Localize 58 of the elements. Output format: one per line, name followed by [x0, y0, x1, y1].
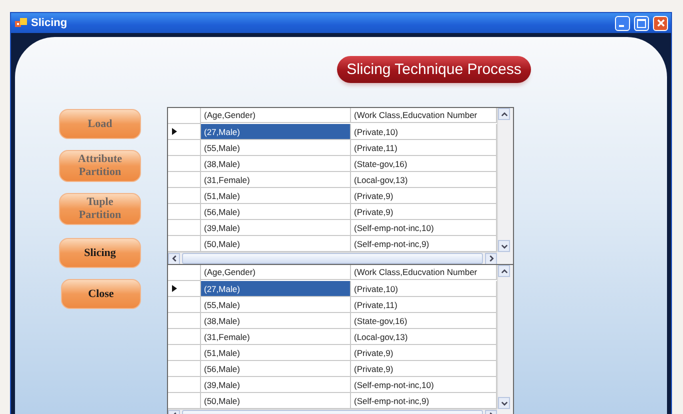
table-cell[interactable]: (State-gov,16): [351, 313, 497, 329]
minimize-button[interactable]: [615, 16, 630, 30]
table-cell[interactable]: (56,Male): [201, 204, 351, 220]
close-button[interactable]: [653, 16, 668, 30]
table-cell[interactable]: (50,Male): [201, 393, 351, 409]
action-button[interactable]: Slicing: [59, 238, 141, 268]
table-cell[interactable]: (27,Male): [201, 281, 351, 297]
table-cell[interactable]: (38,Male): [201, 313, 351, 329]
table-cell[interactable]: (Private,9): [351, 345, 497, 361]
table-cell[interactable]: (Private,9): [351, 361, 497, 377]
table-cell[interactable]: (Private,10): [351, 281, 497, 297]
action-button[interactable]: Close: [61, 279, 141, 309]
table-cell[interactable]: (Self-emp-not-inc,9): [351, 393, 497, 409]
table-cell[interactable]: (Self-emp-not-inc,10): [351, 377, 497, 393]
table-cell[interactable]: (31,Female): [201, 329, 351, 345]
table-cell[interactable]: (Private,11): [351, 140, 497, 156]
table-cell[interactable]: (39,Male): [201, 377, 351, 393]
table-cell[interactable]: (27,Male): [201, 124, 351, 140]
table-cell[interactable]: (Private,10): [351, 124, 497, 140]
table-cell[interactable]: (Private,9): [351, 188, 497, 204]
column-header[interactable]: (Work Class,Educvation Number: [351, 265, 497, 280]
column-header[interactable]: (Work Class,Educvation Number: [351, 108, 497, 123]
table-cell[interactable]: (State-gov,16): [351, 156, 497, 172]
table-cell[interactable]: (Self-emp-not-inc,9): [351, 236, 497, 252]
table-cell[interactable]: (51,Male): [201, 345, 351, 361]
vertical-scrollbar[interactable]: [497, 108, 513, 252]
table-cell[interactable]: (39,Male): [201, 220, 351, 236]
table-cell[interactable]: (31,Female): [201, 172, 351, 188]
row-pointer-icon: [172, 285, 177, 292]
scroll-up-icon[interactable]: [500, 110, 508, 118]
close-icon: [656, 19, 664, 27]
table-cell[interactable]: (55,Male): [201, 297, 351, 313]
scroll-right-icon[interactable]: [488, 255, 494, 262]
table-cell[interactable]: (Self-emp-not-inc,10): [351, 220, 497, 236]
scroll-left-icon[interactable]: [170, 255, 178, 262]
table-cell[interactable]: (55,Male): [201, 140, 351, 156]
table-cell[interactable]: (51,Male): [201, 188, 351, 204]
table-cell[interactable]: (Local-gov,13): [351, 172, 497, 188]
scroll-down-icon[interactable]: [500, 242, 508, 250]
table-cell[interactable]: (50,Male): [201, 236, 351, 252]
vertical-scrollbar[interactable]: [497, 265, 513, 409]
table-cell[interactable]: (38,Male): [201, 156, 351, 172]
table-cell[interactable]: (Private,9): [351, 204, 497, 220]
window-title: Slicing: [31, 17, 68, 29]
maximize-icon: [637, 18, 646, 28]
table-cell[interactable]: (Local-gov,13): [351, 329, 497, 345]
banner-title: Slicing Technique Process: [336, 56, 532, 83]
table-cell[interactable]: (56,Male): [201, 361, 351, 377]
table-cell[interactable]: (Private,11): [351, 297, 497, 313]
scroll-up-icon[interactable]: [500, 268, 508, 274]
column-header[interactable]: (Age,Gender): [201, 108, 351, 123]
scrollbar-corner: [497, 252, 513, 264]
app-icon: [15, 18, 27, 28]
horizontal-scrollbar[interactable]: [168, 252, 497, 264]
maximize-button[interactable]: [634, 16, 649, 30]
column-header[interactable]: (Age,Gender): [201, 265, 351, 280]
scroll-down-icon[interactable]: [500, 400, 508, 406]
row-pointer-icon: [172, 128, 177, 135]
